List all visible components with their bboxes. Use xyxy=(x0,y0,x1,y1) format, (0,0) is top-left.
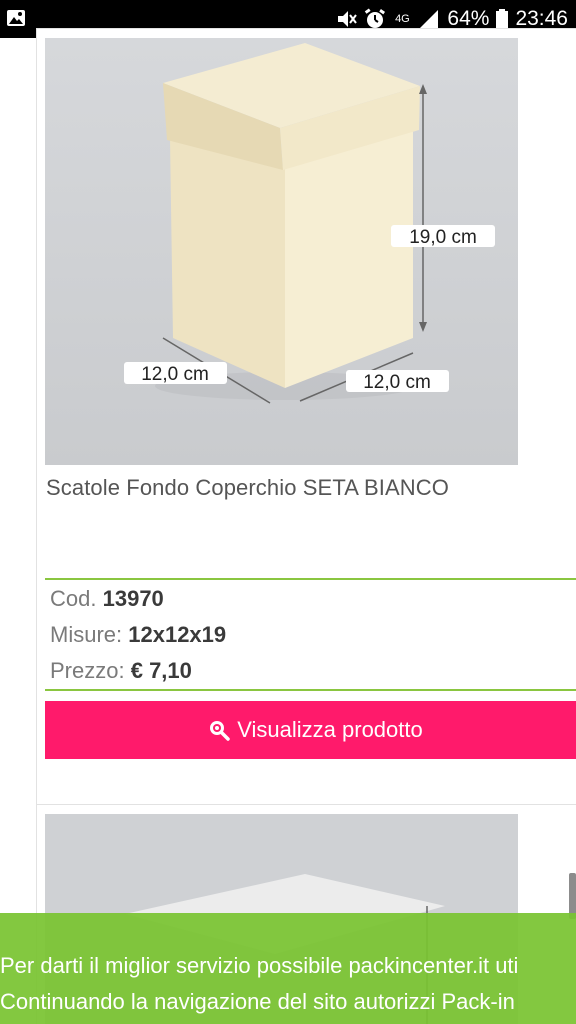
depth-label: 12,0 cm xyxy=(141,364,209,385)
product-title[interactable]: Scatole Fondo Coperchio SETA BIANCO xyxy=(46,475,566,501)
divider-bottom xyxy=(45,689,576,691)
alarm-icon xyxy=(365,8,386,28)
code-value: 13970 xyxy=(102,586,164,611)
height-label: 19,0 cm xyxy=(409,227,477,248)
box-illustration: 19,0 cm 12,0 cm 12,0 cm xyxy=(45,38,518,465)
gallery-notification-icon xyxy=(7,10,25,26)
view-product-label: Visualizza prodotto xyxy=(237,717,423,742)
product-image[interactable]: 19,0 cm 12,0 cm 12,0 cm xyxy=(45,38,518,465)
width-label: 12,0 cm xyxy=(363,372,431,393)
size-label: Misure: xyxy=(50,622,123,647)
signal-icon xyxy=(420,10,439,28)
view-product-button[interactable]: Visualizza prodotto xyxy=(45,701,576,759)
cookie-text-line2: Continuando la navigazione del sito auto… xyxy=(0,989,515,1014)
magnifier-icon xyxy=(210,721,230,741)
product-code: Cod. 13970 xyxy=(50,586,164,612)
page-content: 19,0 cm 12,0 cm 12,0 cm Scatole Fondo Co… xyxy=(0,28,576,1024)
code-label: Cod. xyxy=(50,586,97,611)
size-value: 12x12x19 xyxy=(128,622,227,647)
divider-top xyxy=(45,578,576,580)
cookie-text-line1: Per darti il miglior servizio possibile … xyxy=(0,953,519,978)
price-value: € 7,10 xyxy=(130,658,192,683)
battery-icon xyxy=(496,9,509,29)
product-price: Prezzo: € 7,10 xyxy=(50,658,192,684)
product-size: Misure: 12x12x19 xyxy=(50,622,226,648)
network-type: 4G xyxy=(395,12,410,25)
cookie-banner[interactable]: Per darti il miglior servizio possibile … xyxy=(0,913,576,1024)
price-label: Prezzo: xyxy=(50,658,125,683)
mute-icon xyxy=(338,11,358,27)
